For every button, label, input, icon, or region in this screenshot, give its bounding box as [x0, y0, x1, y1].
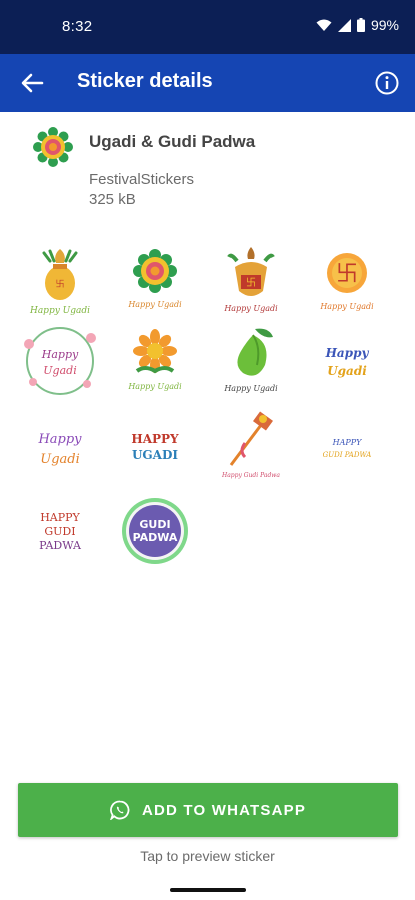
- sticker-text-happy-gudi-padwa[interactable]: HAPPY GUDI PADWA: [15, 488, 105, 574]
- sticker-caption: Happy Ugadi: [223, 304, 278, 313]
- sticker-flower[interactable]: Happy Ugadi: [110, 238, 200, 324]
- signal-icon: [337, 18, 351, 32]
- sticker-wreath[interactable]: Happy Ugadi: [15, 318, 105, 404]
- mango-icon: Happy Ugadi: [223, 328, 278, 393]
- gudi-flag-icon: Happy Gudi Padwa: [221, 411, 280, 479]
- sticker-text-happy-ugadi-script[interactable]: Happy Ugadi: [15, 404, 105, 490]
- sticker-caption-line1: Happy: [41, 348, 79, 361]
- sticker-pot-decor[interactable]: 卐 Happy Ugadi: [206, 238, 296, 324]
- app-bar: Sticker details: [0, 54, 415, 112]
- wifi-icon: [316, 19, 332, 31]
- kalash-icon: 卐 Happy Ugadi: [29, 249, 90, 316]
- preview-hint: Tap to preview sticker: [140, 848, 275, 864]
- sticker-caption: Happy Gudi Padwa: [221, 472, 280, 479]
- info-icon[interactable]: [373, 69, 401, 97]
- sticker-caption: Happy Ugadi: [127, 382, 182, 391]
- decorated-pot-icon: 卐 Happy Ugadi: [223, 247, 278, 313]
- add-to-whatsapp-label: ADD TO WHATSAPP: [141, 801, 307, 819]
- sticker-caption-line2: GUDI PADWA: [323, 451, 372, 459]
- pack-publisher: FestivalStickers: [89, 171, 195, 188]
- flower-icon: Happy Ugadi: [127, 249, 182, 309]
- sticker-caption-line1: HAPPY: [40, 511, 80, 524]
- sticker-caption-line1: Happy: [325, 346, 370, 360]
- text-sticker: HAPPY GUDI PADWA: [39, 511, 82, 552]
- sticker-caption: Happy Ugadi: [319, 302, 374, 311]
- sticker-caption-line2: GUDI: [44, 525, 75, 538]
- home-gesture-handle[interactable]: [170, 888, 246, 892]
- sticker-text-happy-ugadi-caps[interactable]: HAPPY UGADI: [110, 404, 200, 490]
- badge-icon: GUDI PADWA: [122, 498, 188, 564]
- status-bar: 8:32 99%: [0, 0, 415, 54]
- add-to-whatsapp-button[interactable]: ADD TO WHATSAPP: [18, 783, 398, 837]
- sticker-caption-line3: PADWA: [39, 539, 82, 552]
- sticker-caption-line2: UGADI: [132, 448, 178, 462]
- sticker-caption: Happy Ugadi: [29, 306, 90, 316]
- sticker-caption-line2: PADWA: [133, 531, 178, 544]
- svg-text:卐: 卐: [55, 279, 64, 290]
- sticker-kalash[interactable]: 卐 Happy Ugadi: [15, 238, 105, 324]
- text-sticker: Happy Ugadi: [37, 432, 82, 467]
- text-sticker: Happy Ugadi: [325, 346, 370, 378]
- sticker-text-happy-ugadi-colored[interactable]: Happy Ugadi: [302, 318, 392, 404]
- sticker-gudi[interactable]: Happy Gudi Padwa: [206, 404, 296, 490]
- sticker-caption: Happy Ugadi: [127, 300, 182, 309]
- pack-size: 325 kB: [89, 191, 136, 208]
- back-arrow-icon[interactable]: [18, 69, 46, 97]
- sticker-caption: Happy Ugadi: [223, 384, 278, 393]
- sticker-caption-line2: Ugadi: [43, 364, 76, 377]
- pack-tray-icon: [33, 127, 73, 167]
- status-icons: 99%: [316, 17, 399, 33]
- pack-header: Ugadi & Gudi Padwa FestivalStickers 325 …: [0, 112, 415, 222]
- battery-percent: 99%: [370, 17, 399, 33]
- sticker-sunflower[interactable]: Happy Ugadi: [110, 318, 200, 404]
- sticker-swastik[interactable]: 卐 Happy Ugadi: [302, 238, 392, 324]
- text-sticker: HAPPY GUDI PADWA: [323, 438, 372, 459]
- whatsapp-icon: [110, 800, 130, 820]
- wreath-icon: Happy Ugadi: [24, 327, 96, 395]
- sticker-caption-line2: Ugadi: [40, 452, 80, 467]
- pack-name: Ugadi & Gudi Padwa: [89, 132, 256, 151]
- sticker-caption-line2: Ugadi: [327, 364, 367, 378]
- text-sticker: HAPPY UGADI: [131, 432, 179, 462]
- sticker-caption-line1: Happy: [37, 432, 82, 447]
- swastik-icon: 卐 Happy Ugadi: [319, 253, 374, 311]
- sticker-gudi-padwa-badge[interactable]: GUDI PADWA: [110, 488, 200, 574]
- svg-text:卐: 卐: [336, 262, 358, 287]
- sticker-caption-line1: GUDI: [139, 518, 170, 531]
- sticker-caption-line1: HAPPY: [332, 438, 363, 447]
- page-title: Sticker details: [77, 70, 213, 92]
- sticker-text-gudi-padwa-small[interactable]: HAPPY GUDI PADWA: [302, 404, 392, 490]
- sticker-mango[interactable]: Happy Ugadi: [206, 318, 296, 404]
- svg-text:卐: 卐: [246, 277, 256, 289]
- status-time: 8:32: [62, 18, 93, 35]
- sticker-caption-line1: HAPPY: [131, 432, 179, 446]
- battery-icon: [356, 18, 365, 32]
- sunflower-icon: Happy Ugadi: [127, 329, 182, 391]
